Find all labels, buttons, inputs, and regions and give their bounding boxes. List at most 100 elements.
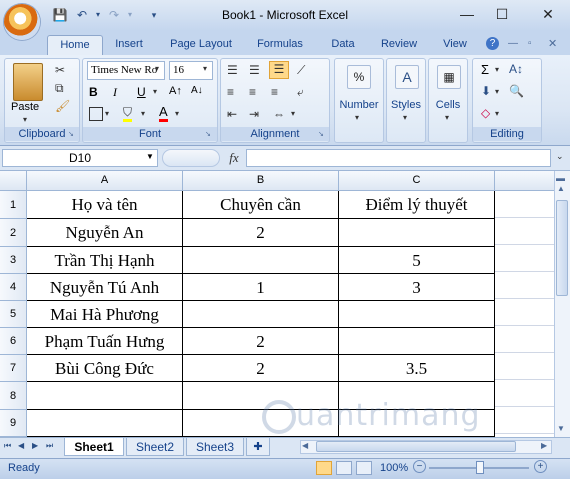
zoom-in-icon[interactable]: + [534,460,547,473]
column-header-a[interactable]: A [27,171,183,191]
tab-page-layout[interactable]: Page Layout [164,35,238,55]
align-middle-icon[interactable]: ☰ [249,63,260,77]
sheet-tab-sheet2[interactable]: Sheet2 [126,438,184,456]
help-icon[interactable]: ? [486,37,499,50]
next-sheet-icon[interactable]: ▶ [32,441,38,450]
ribbon-close-icon[interactable]: ✕ [548,37,557,50]
sheet-tab-sheet1[interactable]: Sheet1 [64,438,124,456]
borders-dropdown-icon[interactable]: ▾ [105,109,109,118]
column-header-d[interactable] [495,171,554,191]
cells-group[interactable]: ▦ Cells ▾ [428,58,468,143]
fill-dropdown-icon[interactable]: ▾ [495,87,499,96]
italic-icon[interactable]: I [113,85,117,100]
fill-icon[interactable]: ⬇ [481,84,491,98]
styles-dropdown-icon[interactable]: ▾ [403,113,407,122]
zoom-level[interactable]: 100% [380,462,408,474]
merge-dropdown-icon[interactable]: ▾ [291,109,295,118]
percent-icon[interactable]: % [347,65,371,89]
font-size-dropdown-icon[interactable]: ▾ [203,64,207,73]
orientation-icon[interactable]: ⟋ [297,63,305,78]
cell-a9[interactable] [27,410,183,437]
cells-group-label[interactable]: Cells [429,99,467,111]
horizontal-scroll-thumb[interactable] [316,441,516,452]
font-launcher-icon[interactable]: ↘ [205,130,211,138]
close-button[interactable]: ✕ [533,4,563,24]
find-select-icon[interactable]: 🔍 [509,84,524,98]
ribbon-minimize-icon[interactable]: — [508,38,518,49]
align-top-icon[interactable]: ☰ [227,63,238,77]
prev-sheet-icon[interactable]: ◀ [18,441,24,450]
zoom-slider-thumb[interactable] [476,461,484,474]
styles-icon[interactable]: A [395,65,419,89]
row-header-8[interactable]: 8 [0,382,27,410]
autosum-icon[interactable]: Σ [481,62,489,77]
bold-icon[interactable]: B [89,85,98,99]
autosum-dropdown-icon[interactable]: ▾ [495,65,499,74]
column-header-c[interactable]: C [339,171,495,191]
fill-color-icon[interactable]: ⛉ [123,105,133,122]
expand-formula-bar-icon[interactable]: ⌄ [556,151,564,162]
clear-dropdown-icon[interactable]: ▾ [495,109,499,118]
column-header-b[interactable]: B [183,171,339,191]
cell-c1[interactable]: Điểm lý thuyết [339,191,495,219]
row-header-4[interactable]: 4 [0,274,27,301]
cell-a2[interactable]: Nguyễn An [27,219,183,247]
cell-b2[interactable]: 2 [183,219,339,247]
row-header-3[interactable]: 3 [0,247,27,274]
name-box-dropdown-icon[interactable]: ▼ [146,152,154,161]
cell-c2[interactable] [339,219,495,247]
row-header-6[interactable]: 6 [0,328,27,355]
cell-c6[interactable] [339,328,495,355]
scroll-down-icon[interactable]: ▼ [557,424,565,433]
number-dropdown-icon[interactable]: ▾ [355,113,359,122]
cell-a7[interactable]: Bùi Công Đức [27,355,183,382]
cell-a8[interactable] [27,382,183,410]
page-break-view-icon[interactable] [356,461,372,475]
scroll-up-icon[interactable]: ▲ [557,184,565,193]
styles-group-label[interactable]: Styles [387,99,425,111]
tab-review[interactable]: Review [376,35,422,55]
cell-b7[interactable]: 2 [183,355,339,382]
fill-color-dropdown-icon[interactable]: ▾ [141,109,145,118]
row-header-7[interactable]: 7 [0,355,27,382]
row-header-5[interactable]: 5 [0,301,27,328]
sheet-tab-sheet3[interactable]: Sheet3 [186,438,244,456]
format-painter-icon[interactable]: 🖌 [55,99,70,113]
number-group[interactable]: % Number ▾ [334,58,384,143]
cell-a4[interactable]: Nguyễn Tú Anh [27,274,183,301]
cell-a5[interactable]: Mai Hà Phương [27,301,183,328]
scroll-left-icon[interactable]: ◀ [302,441,308,450]
merge-center-icon[interactable]: ⇔ [273,107,285,121]
tab-data[interactable]: Data [326,35,360,55]
insert-function-icon[interactable]: fx [224,149,244,167]
zoom-out-icon[interactable]: − [413,460,426,473]
paste-icon[interactable] [13,63,43,101]
cell-b5[interactable] [183,301,339,328]
maximize-button[interactable]: ☐ [487,4,517,24]
first-sheet-icon[interactable]: ⏮ [4,441,11,451]
formula-bar-resize-handle[interactable] [162,149,220,167]
split-box-icon[interactable]: ▬ [556,173,565,183]
align-center-icon[interactable]: ≡ [249,85,256,99]
tab-insert[interactable]: Insert [108,35,150,55]
underline-dropdown-icon[interactable]: ▾ [153,87,157,96]
scroll-right-icon[interactable]: ▶ [541,441,547,450]
font-name-combo[interactable]: Times New Ro [87,61,165,80]
font-color-icon[interactable]: A [159,104,168,122]
paste-label[interactable]: Paste [11,101,39,113]
select-all-corner[interactable] [0,171,27,191]
cell-a6[interactable]: Phạm Tuấn Hưng [27,328,183,355]
cut-icon[interactable]: ✂ [55,63,65,77]
row-header-9[interactable]: 9 [0,410,27,437]
cell-b1[interactable]: Chuyên cần [183,191,339,219]
office-button[interactable] [4,4,40,40]
ribbon-restore-icon[interactable]: ▫ [528,38,532,49]
formula-input[interactable] [246,149,551,167]
clear-icon[interactable]: ◇ [481,106,490,120]
clipboard-launcher-icon[interactable]: ↘ [68,130,74,138]
cell-c7[interactable]: 3.5 [339,355,495,382]
paste-dropdown-icon[interactable]: ▾ [23,115,27,124]
grow-font-icon[interactable]: A↑ [169,85,182,97]
cell-b3[interactable] [183,247,339,274]
cell-a3[interactable]: Trần Thị Hạnh [27,247,183,274]
